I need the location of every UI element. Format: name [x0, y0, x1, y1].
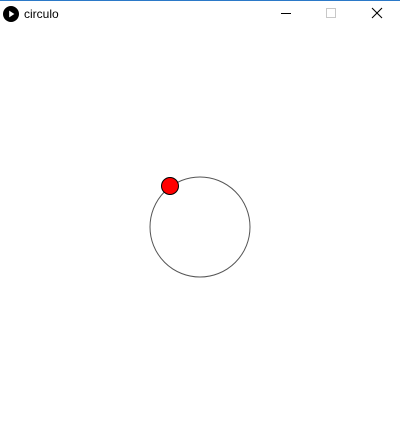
window-title: circulo: [24, 7, 59, 21]
close-button[interactable]: [354, 2, 400, 28]
sketch-drawing: [149, 176, 251, 278]
title-bar[interactable]: circulo: [0, 2, 400, 28]
minimize-icon: [280, 6, 292, 24]
play-icon: [3, 6, 19, 22]
moving-dot: [161, 177, 179, 195]
maximize-icon: [325, 6, 337, 24]
close-icon: [371, 6, 383, 24]
minimize-button[interactable]: [263, 2, 309, 28]
maximize-button[interactable]: [308, 2, 354, 28]
sketch-canvas[interactable]: [0, 28, 400, 422]
app-window: circulo: [0, 0, 400, 422]
